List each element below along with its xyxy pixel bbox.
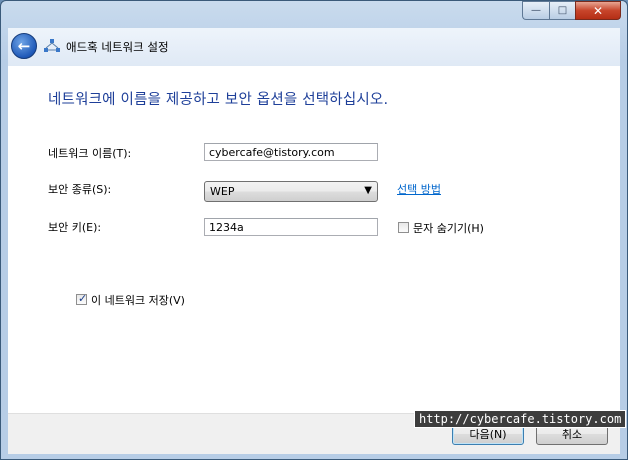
caption-buttons: — □ ✕ (522, 1, 621, 20)
chevron-down-icon: ▼ (364, 185, 372, 196)
wizard-header: ← 애드혹 네트워크 설정 (8, 28, 620, 67)
hide-chars-checkbox[interactable] (398, 222, 409, 233)
hide-chars-label: 문자 숨기기(H) (413, 222, 484, 235)
watermark-text: http://cybercafe.tistory.com (414, 410, 627, 428)
maximize-button[interactable]: □ (549, 1, 575, 20)
security-type-label: 보안 종류(S): (48, 183, 112, 196)
help-link[interactable]: 선택 방법 (397, 181, 441, 197)
minimize-button[interactable]: — (522, 1, 549, 20)
security-type-select[interactable]: WEP ▼ (204, 181, 378, 202)
window-title: 애드혹 네트워크 설정 (66, 40, 169, 54)
security-key-label: 보안 키(E): (48, 221, 102, 234)
close-button[interactable]: ✕ (575, 1, 621, 20)
back-arrow-icon[interactable]: ← (11, 33, 37, 59)
network-icon (44, 39, 60, 52)
security-type-value: WEP (210, 185, 235, 198)
checkmark-icon: ✓ (78, 292, 88, 305)
wizard-window: — □ ✕ ← 애드혹 네트워크 설정 네트워크에 이름을 제공하고 보안 옵션… (0, 0, 628, 460)
save-network-checkbox[interactable]: ✓ (76, 292, 88, 305)
network-name-label: 네트워크 이름(T): (48, 147, 132, 160)
save-network-label: 이 네트워크 저장(V) (91, 294, 185, 307)
instruction-heading: 네트워크에 이름을 제공하고 보안 옵션을 선택하십시오. (48, 92, 389, 108)
content-area: 네트워크에 이름을 제공하고 보안 옵션을 선택하십시오. 네트워크 이름(T)… (8, 66, 620, 413)
network-name-field[interactable]: cybercafe@tistory.com (204, 143, 378, 161)
security-key-field[interactable]: 1234a (204, 218, 378, 236)
